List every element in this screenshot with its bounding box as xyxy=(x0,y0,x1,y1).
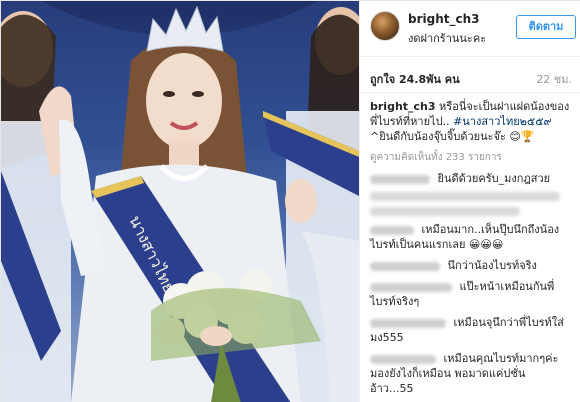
blurred-comment xyxy=(370,207,520,216)
avatar[interactable] xyxy=(370,11,400,41)
comment-item: ยินดีด้วยครับ_มงกฎสวย xyxy=(370,171,572,186)
username-link[interactable]: bright_ch3 xyxy=(408,12,480,26)
comment-item: เหมือนคุณไบรท์มากๆค่ะ มองยังไงก็เหมือน พ… xyxy=(370,351,572,396)
post-sidebar: bright_ch3 งดฝากร้านนะคะ ติดตาม ถูกใจ 24… xyxy=(359,1,580,402)
blurred-username xyxy=(370,225,414,235)
blurred-username xyxy=(370,261,440,271)
location-text[interactable]: งดฝากร้านนะคะ xyxy=(408,29,486,47)
view-all-comments-link[interactable]: ดูความคิดเห็นทั้ง 233 รายการ xyxy=(370,150,572,165)
comment-item: แป๊ะหน้าเหมือนกันพี่ไบรท์จริงๆ xyxy=(370,279,572,309)
pageant-photo-illustration: นางสาวไทย xyxy=(1,1,359,402)
post-header: bright_ch3 งดฝากร้านนะคะ ติดตาม xyxy=(360,1,580,57)
post-caption: bright_ch3 หรือนี่จะเป็นฝาแฝดน้องของพี่ไ… xyxy=(370,99,572,144)
comment-item: เหมือนมาก..เห็นปุ๊บนึกถึงน้องไบรท์เป็นคน… xyxy=(370,222,572,252)
follow-button[interactable]: ติดตาม xyxy=(516,15,576,39)
crown xyxy=(146,5,224,52)
blurred-username xyxy=(370,354,436,364)
instagram-post-view: นางสาวไทย bright_ch3 งดฝากร้านนะคะ ติดตา… xyxy=(0,0,580,402)
caption-username[interactable]: bright_ch3 xyxy=(370,100,436,113)
comment-item: นึกว่าน้องไบรท์จริง xyxy=(370,258,572,273)
comment-text: ยินดีด้วยครับ_มงกฎสวย xyxy=(437,172,551,185)
winner-face xyxy=(146,53,222,149)
post-time[interactable]: 22 ชม. xyxy=(536,70,572,88)
comments-list: bright_ch3 หรือนี่จะเป็นฝาแฝดน้องของพี่ไ… xyxy=(360,93,580,402)
comment-text: นึกว่าน้องไบรท์จริง xyxy=(447,259,537,272)
likes-count[interactable]: ถูกใจ 24.8พัน คน xyxy=(370,70,460,88)
caption-text-2: ^ยินดีกับน้องจุ๊บจิ๊บด้วยนะจ๊ะ 😊🏆 xyxy=(370,130,535,143)
comment-item: เหมือนจุนึกว่าพี่ไบรท์ใส่มง555 xyxy=(370,315,572,345)
caption-hashtag[interactable]: #นางสาวไทย๒๕๕๙ xyxy=(453,115,552,128)
post-photo[interactable]: นางสาวไทย xyxy=(1,1,359,402)
blurred-username xyxy=(370,318,446,328)
blurred-username xyxy=(370,282,452,292)
post-stats: ถูกใจ 24.8พัน คน 22 ชม. xyxy=(360,57,580,93)
blurred-username xyxy=(370,174,430,184)
blurred-comment xyxy=(370,192,560,201)
